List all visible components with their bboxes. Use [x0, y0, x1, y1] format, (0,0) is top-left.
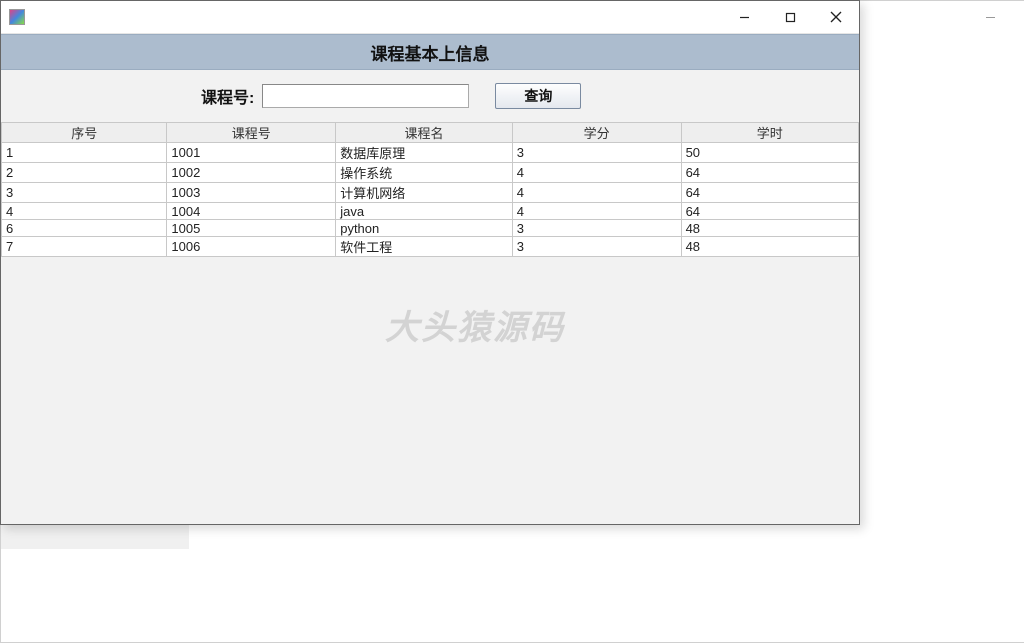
close-button[interactable]	[813, 1, 859, 34]
cell-hours[interactable]: 64	[681, 163, 858, 183]
course-id-input[interactable]	[262, 84, 469, 108]
cell-cid[interactable]: 1005	[167, 220, 336, 237]
page-title-banner: 课程基本上信息	[1, 34, 859, 70]
cell-credit[interactable]: 3	[512, 237, 681, 257]
cell-hours[interactable]: 48	[681, 220, 858, 237]
window-controls	[721, 1, 859, 34]
cell-cid[interactable]: 1003	[167, 183, 336, 203]
cell-credit[interactable]: 3	[512, 143, 681, 163]
maximize-button[interactable]	[767, 1, 813, 34]
cell-cid[interactable]: 1006	[167, 237, 336, 257]
cell-cid[interactable]: 1001	[167, 143, 336, 163]
cell-seq[interactable]: 4	[2, 203, 167, 220]
table-row[interactable]: 11001数据库原理350	[2, 143, 859, 163]
cell-seq[interactable]: 3	[2, 183, 167, 203]
cell-seq[interactable]: 6	[2, 220, 167, 237]
minimize-button[interactable]	[721, 1, 767, 34]
course-table-wrap: 序号 课程号 课程名 学分 学时 11001数据库原理35021002操作系统4…	[1, 122, 859, 257]
cell-cname[interactable]: 操作系统	[336, 163, 513, 183]
table-row[interactable]: 21002操作系统464	[2, 163, 859, 183]
search-row: 课程号: 查询	[1, 70, 859, 122]
cell-seq[interactable]: 2	[2, 163, 167, 183]
cell-cname[interactable]: 数据库原理	[336, 143, 513, 163]
table-row[interactable]: 41004java464	[2, 203, 859, 220]
cell-hours[interactable]: 64	[681, 203, 858, 220]
search-button[interactable]: 查询	[495, 83, 581, 109]
col-cid[interactable]: 课程号	[167, 123, 336, 143]
cell-hours[interactable]: 64	[681, 183, 858, 203]
titlebar	[1, 1, 859, 34]
table-row[interactable]: 71006软件工程348	[2, 237, 859, 257]
cell-credit[interactable]: 4	[512, 183, 681, 203]
cell-cname[interactable]: 软件工程	[336, 237, 513, 257]
cell-cname[interactable]: 计算机网络	[336, 183, 513, 203]
col-credit[interactable]: 学分	[512, 123, 681, 143]
course-table: 序号 课程号 课程名 学分 学时 11001数据库原理35021002操作系统4…	[1, 122, 859, 257]
col-cname[interactable]: 课程名	[336, 123, 513, 143]
page-title: 课程基本上信息	[371, 40, 490, 65]
cell-hours[interactable]: 48	[681, 237, 858, 257]
cell-hours[interactable]: 50	[681, 143, 858, 163]
bg-maximize-button[interactable]	[1013, 1, 1024, 33]
java-app-icon	[9, 9, 25, 25]
col-seq[interactable]: 序号	[2, 123, 167, 143]
course-id-label: 课程号:	[201, 84, 254, 108]
cell-seq[interactable]: 1	[2, 143, 167, 163]
cell-credit[interactable]: 4	[512, 163, 681, 183]
table-row[interactable]: 31003计算机网络464	[2, 183, 859, 203]
cell-cname[interactable]: python	[336, 220, 513, 237]
cell-credit[interactable]: 3	[512, 220, 681, 237]
course-info-window: 课程基本上信息 课程号: 查询 序号 课程号 课程名 学分 学时	[0, 0, 860, 525]
cell-cname[interactable]: java	[336, 203, 513, 220]
table-header-row: 序号 课程号 课程名 学分 学时	[2, 123, 859, 143]
bg-minimize-button[interactable]	[967, 1, 1013, 33]
col-hours[interactable]: 学时	[681, 123, 858, 143]
cell-credit[interactable]: 4	[512, 203, 681, 220]
cell-seq[interactable]: 7	[2, 237, 167, 257]
cell-cid[interactable]: 1004	[167, 203, 336, 220]
table-row[interactable]: 61005python348	[2, 220, 859, 237]
cell-cid[interactable]: 1002	[167, 163, 336, 183]
